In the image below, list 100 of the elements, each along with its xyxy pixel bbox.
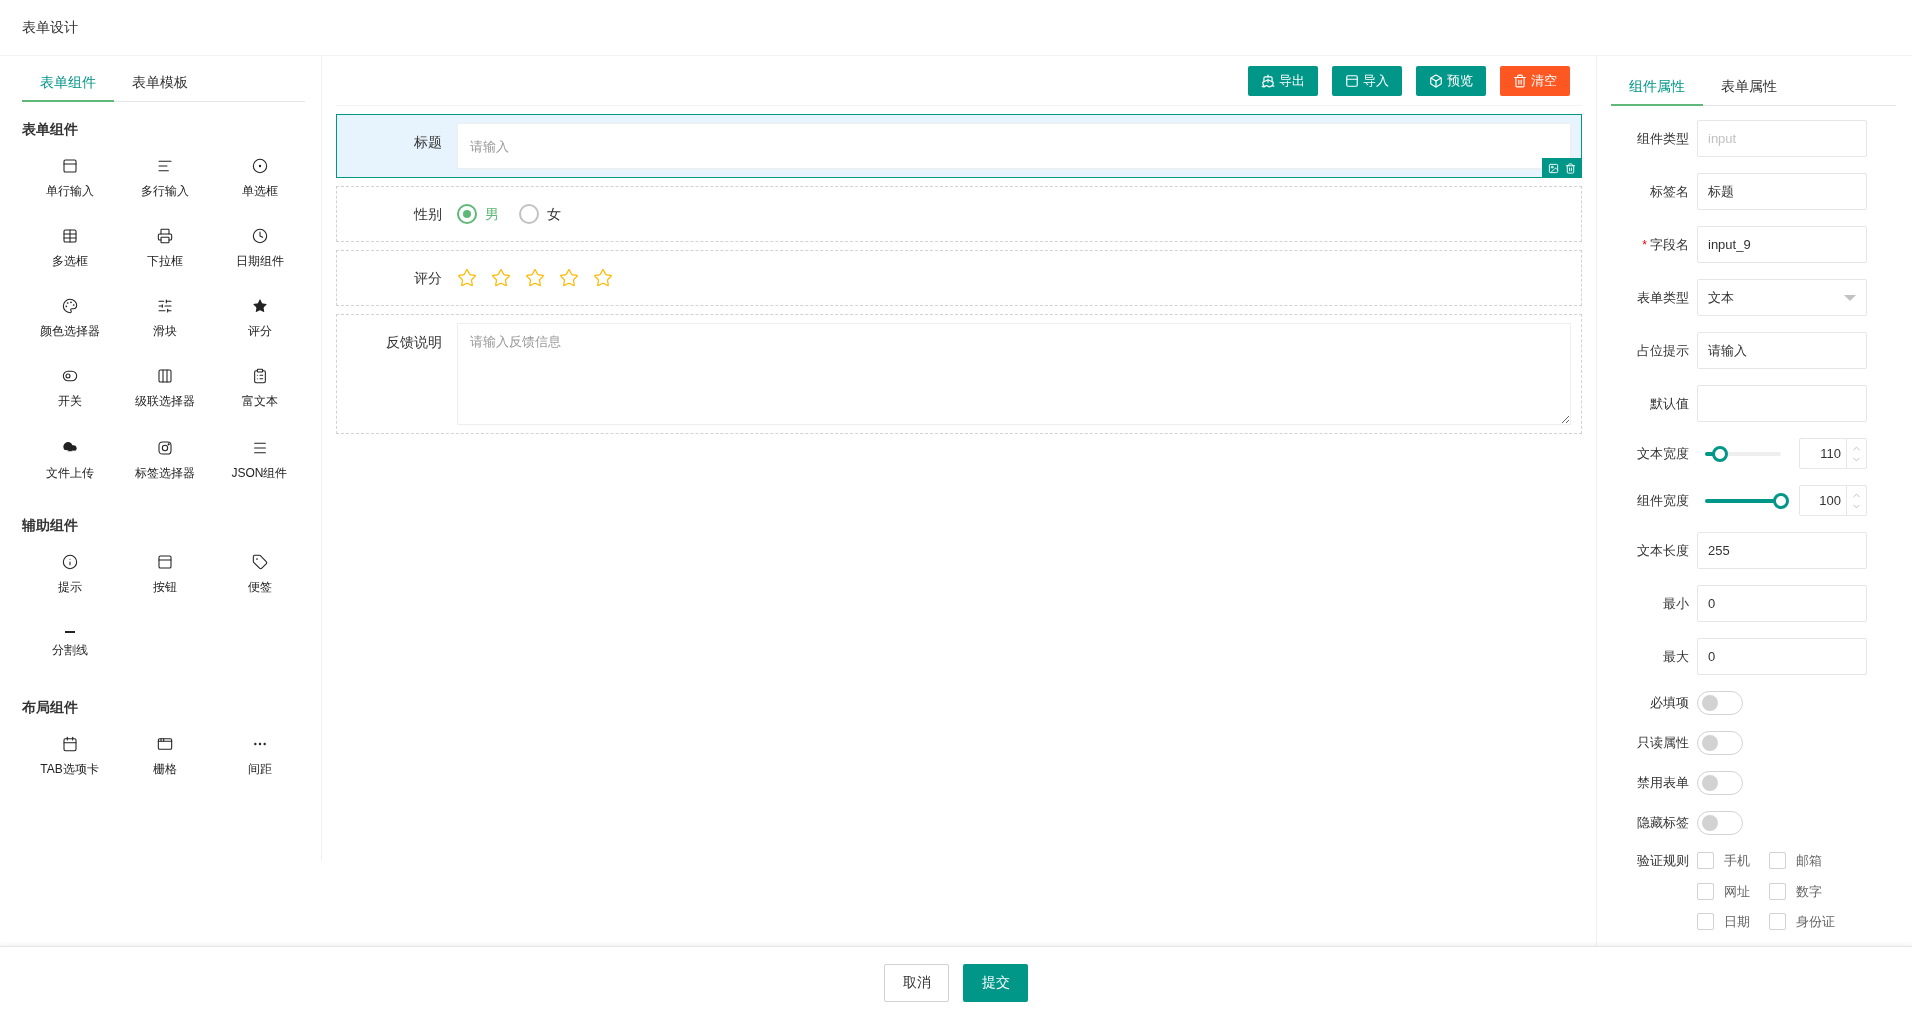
star-icon[interactable] (457, 268, 477, 288)
form-item[interactable]: 评分 (336, 250, 1582, 306)
footer-button[interactable]: 取消 (884, 963, 949, 1002)
calendar-icon (61, 736, 78, 752)
star-icon[interactable] (491, 268, 511, 288)
property-label: 文本宽度 (1637, 444, 1689, 463)
palette-item[interactable]: 评分 (212, 284, 307, 354)
form-item[interactable]: 标题 请输入 (336, 114, 1582, 178)
star-icon[interactable] (593, 268, 613, 288)
checkbox[interactable] (1697, 913, 1714, 931)
property-label: 文本长度 (1637, 541, 1689, 560)
palette-item[interactable]: 多行输入 (117, 144, 212, 214)
text-area[interactable]: 请输入反馈信息 (457, 323, 1571, 425)
tab[interactable]: 表单模板 (114, 64, 206, 102)
property-label: 占位提示 (1637, 341, 1689, 360)
palette-item[interactable]: 级联选择器 (117, 354, 212, 424)
tab[interactable]: 组件属性 (1611, 68, 1703, 106)
palette-item[interactable]: 富文本 (212, 354, 307, 424)
property-label: 禁用表单 (1637, 774, 1689, 793)
form-item[interactable]: 反馈说明 请输入反馈信息 (336, 314, 1582, 434)
property-input[interactable]: input (1697, 120, 1867, 157)
radio-label: 男 (485, 204, 499, 224)
toggle-switch[interactable] (1697, 771, 1743, 795)
palette-item[interactable]: 便签 (212, 540, 307, 610)
palette-item[interactable]: 颜色选择器 (22, 284, 117, 354)
palette-item[interactable]: 日期组件 (212, 214, 307, 284)
property-input[interactable]: 0 (1697, 585, 1867, 622)
cube-icon (1429, 73, 1443, 88)
window-icon (1345, 73, 1359, 88)
toolbar-button[interactable]: 导入 (1332, 65, 1402, 96)
radio-button[interactable] (519, 204, 539, 224)
palette-item[interactable]: 栅格 (117, 722, 212, 792)
number-input[interactable]: 100 (1799, 485, 1867, 516)
select-field[interactable]: 文本 (1697, 279, 1867, 316)
palette-item[interactable]: 下拉框 (117, 214, 212, 284)
property-label: 标签名 (1650, 182, 1689, 201)
image-icon[interactable] (1548, 162, 1559, 174)
property-label: 必填项 (1650, 694, 1689, 713)
footer-button[interactable]: 提交 (963, 963, 1028, 1002)
palette-item[interactable]: 分割线 (22, 610, 117, 680)
property-input[interactable]: input_9 (1697, 226, 1867, 263)
property-input[interactable]: 255 (1697, 532, 1867, 569)
field-label: 评分 (413, 269, 443, 288)
toolbar-button[interactable]: 预览 (1416, 65, 1486, 96)
checkbox-label: 邮箱 (1796, 852, 1822, 870)
field-label: 反馈说明 (385, 333, 443, 352)
palette-item[interactable]: 单行输入 (22, 144, 117, 214)
number-input[interactable]: 110 (1799, 438, 1867, 469)
checkbox[interactable] (1697, 852, 1714, 870)
palette-item[interactable]: JSON组件 (212, 424, 307, 498)
window-icon (61, 158, 78, 174)
palette-item[interactable]: 开关 (22, 354, 117, 424)
palette-item[interactable]: TAB选项卡 (22, 722, 117, 792)
group-heading: 布局组件 (22, 697, 79, 717)
checkbox[interactable] (1697, 882, 1714, 900)
property-label: 最小 (1663, 594, 1689, 613)
toolbar-button[interactable]: 导出 (1248, 65, 1318, 96)
caret-icon (1844, 294, 1856, 301)
toggle-switch[interactable] (1697, 691, 1743, 715)
property-label: 只读属性 (1637, 734, 1689, 753)
form-item[interactable]: 性别 男 女 (336, 186, 1582, 242)
trash-icon[interactable] (1565, 162, 1576, 174)
palette-item[interactable]: 标签选择器 (117, 424, 212, 498)
property-input[interactable] (1697, 385, 1867, 422)
checkbox[interactable] (1769, 913, 1786, 931)
checkbox-label: 网址 (1724, 882, 1750, 901)
checkbox-label: 数字 (1796, 882, 1822, 901)
property-label: 组件宽度 (1637, 491, 1689, 510)
clipboard-icon (251, 368, 268, 384)
palette-item[interactable]: 滑块 (117, 284, 212, 354)
property-label: 验证规则 (1637, 852, 1689, 870)
text-input[interactable]: 请输入 (457, 123, 1571, 169)
toggle-icon (61, 368, 78, 384)
palette-item[interactable]: 单选框 (212, 144, 307, 214)
property-input[interactable]: 标题 (1697, 173, 1867, 210)
star-icon[interactable] (559, 268, 579, 288)
printer-icon (156, 228, 173, 244)
property-input[interactable]: 0 (1697, 638, 1867, 675)
checkbox[interactable] (1769, 882, 1786, 900)
ship-icon (1261, 73, 1275, 88)
palette-item[interactable]: 多选框 (22, 214, 117, 284)
toggle-switch[interactable] (1697, 731, 1743, 755)
checkbox[interactable] (1769, 852, 1786, 870)
required-mark: * (1642, 236, 1647, 254)
field-label: 标题 (413, 133, 443, 152)
property-label: 组件类型 (1637, 129, 1689, 148)
property-label: 最大 (1663, 647, 1689, 666)
radio-icon (251, 158, 268, 174)
tab[interactable]: 表单属性 (1703, 68, 1795, 106)
palette-item[interactable]: 间距 (212, 722, 307, 792)
property-input[interactable]: 请输入 (1697, 332, 1867, 369)
radio-button[interactable] (457, 204, 477, 224)
star-icon[interactable] (525, 268, 545, 288)
group-heading: 表单组件 (22, 119, 79, 139)
palette-item[interactable]: 提示 (22, 540, 117, 610)
palette-item[interactable]: 文件上传 (22, 424, 117, 498)
tab[interactable]: 表单组件 (22, 64, 114, 102)
toggle-switch[interactable] (1697, 811, 1743, 835)
palette-item[interactable]: 按钮 (117, 540, 212, 610)
star-icon (251, 298, 268, 314)
